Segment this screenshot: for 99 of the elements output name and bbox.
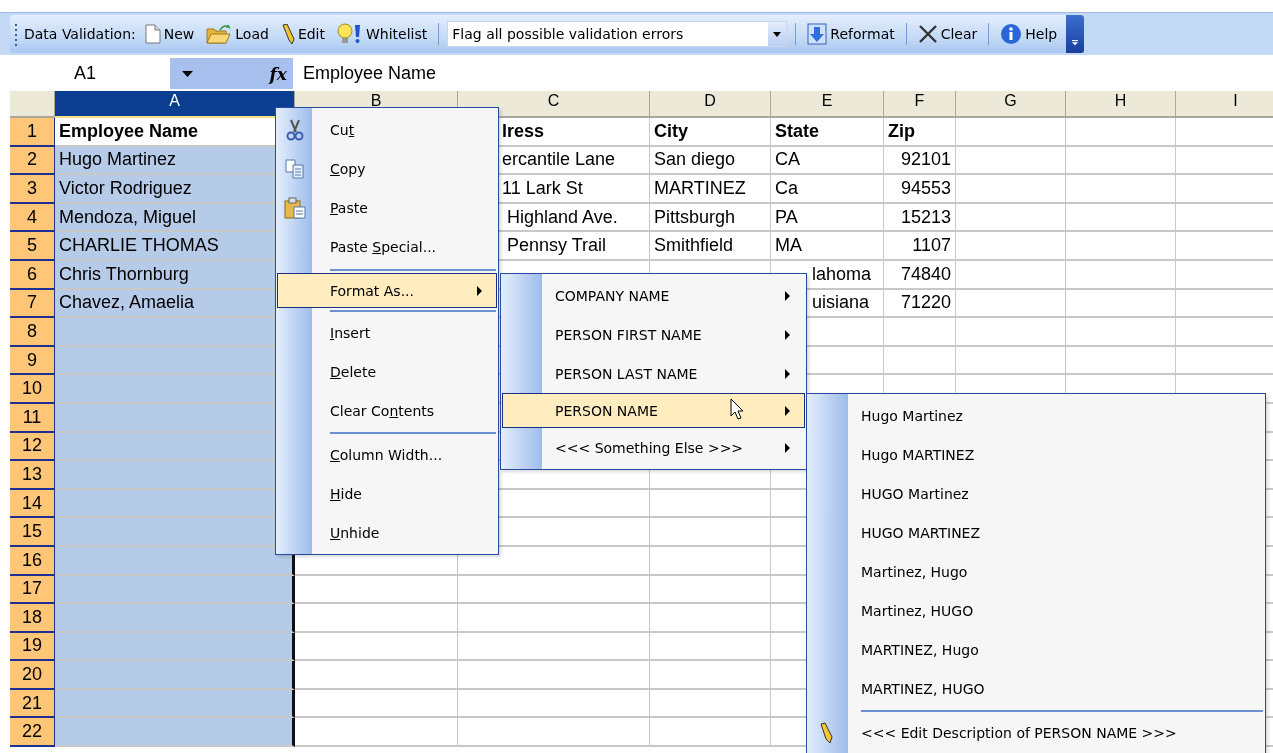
- column-header[interactable]: H: [1066, 91, 1176, 118]
- row-header[interactable]: 10: [10, 375, 55, 404]
- column-header[interactable]: G: [956, 91, 1066, 118]
- row-header[interactable]: 3: [10, 175, 55, 204]
- menu-item[interactable]: MARTINEZ, Hugo: [809, 630, 1263, 669]
- row-header[interactable]: 22: [10, 718, 55, 748]
- row-header[interactable]: 7: [10, 289, 55, 319]
- menu-item[interactable]: Hugo Martinez: [809, 396, 1263, 435]
- submenu-arrow-icon: [477, 285, 482, 296]
- page-icon: [144, 24, 161, 44]
- table-cell: 74840: [884, 260, 956, 290]
- table-cell: CA: [771, 146, 884, 176]
- row-header[interactable]: 6: [10, 260, 55, 290]
- submenu-arrow-icon: [785, 368, 790, 379]
- close-icon: [917, 24, 938, 44]
- menu-item[interactable]: Hugo MARTINEZ: [809, 435, 1263, 474]
- copy-icon: [284, 158, 306, 180]
- submenu-arrow-icon: [785, 329, 790, 340]
- mode-dropdown[interactable]: Flag all possible validation errors: [447, 21, 788, 47]
- row-header[interactable]: 9: [10, 346, 55, 376]
- row-header[interactable]: 14: [10, 489, 55, 519]
- menu-item[interactable]: Martinez, Hugo: [809, 552, 1263, 591]
- table-cell: San diego: [650, 146, 771, 176]
- name-box-dropdown[interactable]: fx: [170, 58, 293, 89]
- row-header[interactable]: 11: [10, 403, 55, 433]
- function-label[interactable]: fx: [269, 63, 287, 84]
- menu-item[interactable]: <<< Something Else >>>: [503, 428, 804, 467]
- toolbar-label: Data Validation:: [24, 26, 136, 42]
- column-header[interactable]: C: [458, 91, 650, 118]
- menu-item[interactable]: Clear Contents: [278, 391, 496, 430]
- folder-icon: [206, 24, 233, 44]
- toolbar-button[interactable]: Reformat: [804, 21, 898, 47]
- row-header[interactable]: 1: [10, 118, 55, 147]
- menu-item[interactable]: Delete: [278, 352, 496, 391]
- toolbar-button[interactable]: Whitelist: [334, 21, 431, 47]
- row-header[interactable]: 20: [10, 661, 55, 690]
- info-icon: [1000, 23, 1023, 45]
- row-header[interactable]: 18: [10, 604, 55, 633]
- row-header[interactable]: 21: [10, 689, 55, 719]
- menu-item[interactable]: MARTINEZ, HUGO: [809, 669, 1263, 708]
- menu-item[interactable]: Unhide: [278, 513, 496, 552]
- table-cell: [884, 318, 956, 347]
- menu-item[interactable]: HUGO Martinez: [809, 474, 1263, 513]
- row-header[interactable]: 16: [10, 546, 55, 576]
- submenu-arrow-icon: [785, 442, 790, 453]
- table-cell: 94553: [884, 175, 956, 204]
- table-cell: Zip: [884, 118, 956, 147]
- row-header[interactable]: 4: [10, 203, 55, 233]
- column-header[interactable]: E: [771, 91, 884, 118]
- column-header[interactable]: A: [55, 91, 295, 118]
- menu-item[interactable]: PERSON LAST NAME: [503, 354, 804, 393]
- row-header[interactable]: 19: [10, 632, 55, 662]
- clipboard-icon: [284, 197, 306, 219]
- grip-icon[interactable]: [14, 21, 18, 47]
- toolbar-button[interactable]: Clear: [914, 22, 981, 46]
- table-cell: Smithfield: [650, 232, 771, 261]
- scissors-icon: [284, 119, 306, 141]
- toolbar-button[interactable]: Edit: [277, 22, 328, 46]
- table-cell: 1107: [884, 232, 956, 261]
- table-cell: PA: [771, 203, 884, 233]
- toolbar-button[interactable]: New: [141, 22, 198, 46]
- table-cell: City: [650, 118, 771, 147]
- toolbar-button[interactable]: Help: [997, 21, 1061, 47]
- table-cell: Ca: [771, 175, 884, 204]
- menu-item[interactable]: Martinez, HUGO: [809, 591, 1263, 630]
- menu-item[interactable]: <<< Edit Description of PERSON NAME >>>: [809, 713, 1263, 752]
- column-header[interactable]: I: [1176, 91, 1273, 118]
- table-cell: State: [771, 118, 884, 147]
- table-cell: 71220: [884, 289, 956, 319]
- table-cell: MARTINEZ: [650, 175, 771, 204]
- overflow-button[interactable]: [1066, 15, 1085, 53]
- row-header[interactable]: 13: [10, 461, 55, 490]
- toolbar-button[interactable]: Load: [203, 22, 272, 46]
- table-cell: 15213: [884, 203, 956, 233]
- submenu-arrow-icon: [785, 405, 790, 416]
- caret-icon: [773, 31, 782, 37]
- row-header[interactable]: 15: [10, 518, 55, 547]
- table-cell: MA: [771, 232, 884, 261]
- table-cell: 92101: [884, 146, 956, 176]
- chevron-icon: [1072, 39, 1079, 47]
- row-header[interactable]: 12: [10, 432, 55, 462]
- table-cell: Pittsburgh: [650, 203, 771, 233]
- row-header[interactable]: 2: [10, 146, 55, 176]
- column-header[interactable]: F: [884, 91, 956, 118]
- pencil-icon: [280, 24, 295, 44]
- menu-item[interactable]: PERSON NAME: [502, 393, 805, 428]
- menu-item[interactable]: Column Width...: [278, 435, 496, 474]
- row-header[interactable]: 5: [10, 232, 55, 261]
- row-header[interactable]: 17: [10, 575, 55, 605]
- row-header[interactable]: 8: [10, 318, 55, 347]
- menu-item[interactable]: Format As...: [277, 273, 497, 308]
- column-header[interactable]: D: [650, 91, 771, 118]
- lightbulb-icon: [337, 23, 363, 45]
- table-cell: [884, 346, 956, 376]
- submenu-arrow-icon: [785, 290, 790, 301]
- menu-item[interactable]: HUGO MARTINEZ: [809, 513, 1263, 552]
- caret-icon: [182, 70, 193, 77]
- menu-item[interactable]: Hide: [278, 474, 496, 513]
- mouse-pointer-icon: [730, 398, 744, 420]
